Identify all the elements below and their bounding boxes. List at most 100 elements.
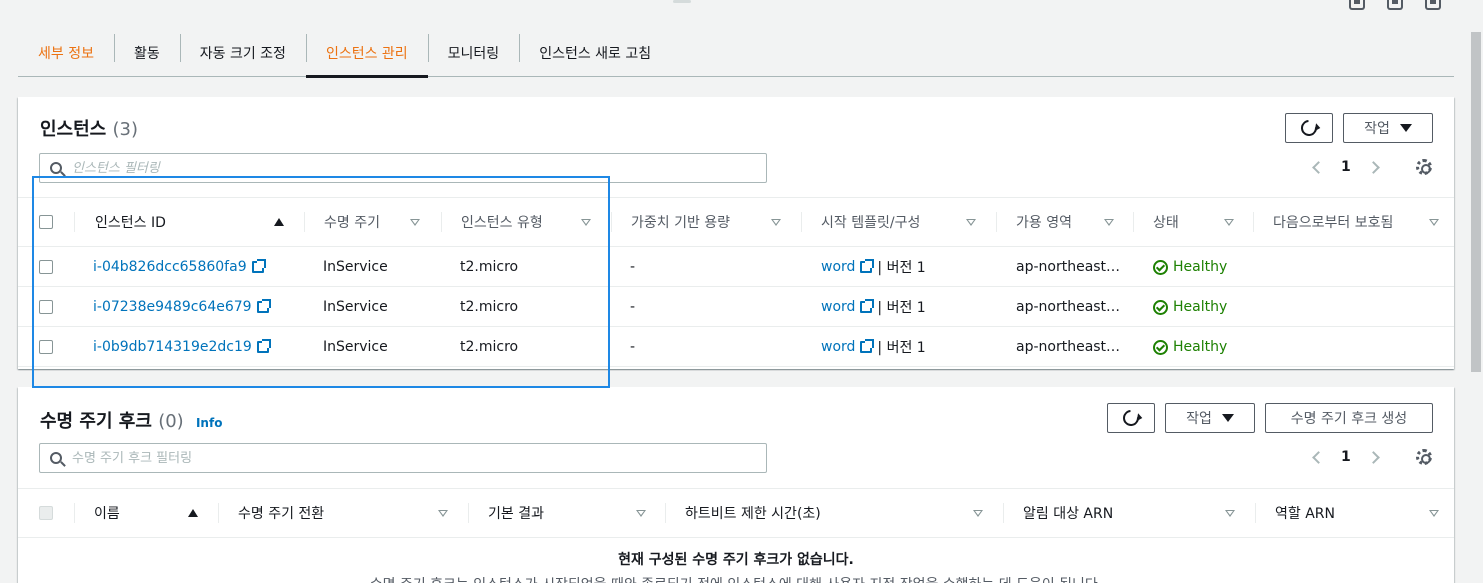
layout-bottom-icon[interactable] <box>1349 0 1365 10</box>
table-row[interactable]: i-07238e9489c64e679 InService t2.micro -… <box>18 287 1454 327</box>
sort-icon[interactable] <box>771 219 781 226</box>
info-link[interactable]: Info <box>196 416 222 430</box>
col-availability-zone-label: 가용 영역 <box>1016 215 1072 231</box>
instances-pagination: 1 <box>1312 159 1432 175</box>
template-link[interactable]: word <box>821 339 855 355</box>
instances-filter-input[interactable] <box>72 160 752 176</box>
hooks-filter-input[interactable] <box>72 450 752 466</box>
tab-activity[interactable]: 활동 <box>113 30 180 77</box>
col-separator <box>74 503 75 523</box>
template-link[interactable]: word <box>821 299 855 315</box>
col-weighted-capacity-label: 가중치 기반 용량 <box>631 215 731 231</box>
col-heartbeat-timeout[interactable]: 하트비트 제한 시간(초) <box>665 489 1003 537</box>
tab-instance-refresh[interactable]: 인스턴스 새로 고침 <box>519 30 671 77</box>
instances-table-header: 인스턴스 ID 수명 주기 인스턴스 유형 가중치 기반 용량 시작 템플릿/구 <box>18 197 1454 247</box>
sort-icon[interactable] <box>410 219 420 226</box>
instance-id-text[interactable]: i-07238e9489c64e679 <box>93 299 252 315</box>
col-instance-type[interactable]: 인스턴스 유형 <box>441 198 611 246</box>
col-availability-zone[interactable]: 가용 영역 <box>996 198 1133 246</box>
sort-icon[interactable] <box>1224 219 1234 226</box>
next-page-icon[interactable] <box>1366 160 1380 174</box>
next-page-icon[interactable] <box>1366 450 1380 464</box>
sort-icon[interactable] <box>636 510 646 517</box>
external-link-icon[interactable] <box>251 259 266 273</box>
layout-side-icon[interactable] <box>1387 0 1403 10</box>
prev-page-icon[interactable] <box>1312 160 1325 174</box>
col-instance-id[interactable]: 인스턴스 ID <box>74 198 304 246</box>
template-version: | 버전 1 <box>877 340 926 356</box>
az-cell: ap-northeast… <box>1016 339 1121 355</box>
col-default-result[interactable]: 기본 결과 <box>468 489 665 537</box>
row-checkbox[interactable] <box>39 300 53 314</box>
actions-button[interactable]: 작업 <box>1343 113 1433 143</box>
col-separator <box>218 503 219 523</box>
sort-asc-icon[interactable] <box>274 218 284 226</box>
drag-handle[interactable] <box>673 0 691 3</box>
checkbox[interactable] <box>39 215 53 229</box>
col-launch-template[interactable]: 시작 템플릿/구성 <box>801 198 996 246</box>
select-all-checkbox[interactable] <box>39 198 53 246</box>
settings-gear-icon[interactable] <box>1415 159 1432 175</box>
lifecycle-cell: InService <box>323 339 388 355</box>
col-separator <box>1255 503 1256 523</box>
current-page[interactable]: 1 <box>1341 159 1351 175</box>
external-link-icon[interactable] <box>860 259 875 273</box>
status-text: Healthy <box>1173 259 1228 275</box>
status-cell: Healthy <box>1153 327 1227 367</box>
instance-id-link[interactable]: i-07238e9489c64e679 <box>93 287 271 327</box>
instance-id-link[interactable]: i-04b826dcc65860fa9 <box>93 247 266 287</box>
col-separator <box>611 212 612 232</box>
col-separator <box>1253 212 1254 232</box>
sort-icon[interactable] <box>438 510 448 517</box>
refresh-icon <box>1297 116 1321 140</box>
row-checkbox[interactable] <box>39 340 53 354</box>
col-lifecycle-transition[interactable]: 수명 주기 전환 <box>218 489 468 537</box>
hooks-actions-button[interactable]: 작업 <box>1165 403 1255 433</box>
sort-asc-icon[interactable] <box>188 509 198 517</box>
table-row[interactable]: i-0b9db714319e2dc19 InService t2.micro -… <box>18 327 1454 367</box>
sort-icon[interactable] <box>1104 219 1114 226</box>
external-link-icon[interactable] <box>256 299 271 313</box>
col-status[interactable]: 상태 <box>1133 198 1253 246</box>
external-link-icon[interactable] <box>860 299 875 313</box>
sort-icon[interactable] <box>1429 219 1439 226</box>
external-link-icon[interactable] <box>860 339 875 353</box>
instances-filter[interactable] <box>39 153 767 183</box>
table-row[interactable]: i-04b826dcc65860fa9 InService t2.micro -… <box>18 247 1454 287</box>
empty-state-description: 수명 주기 후크는 인스턴스가 시작되었을 때와 종료되기 전에 인스턴스에 대… <box>18 574 1454 583</box>
settings-gear-icon[interactable] <box>1415 449 1432 465</box>
page-scrollbar[interactable] <box>1455 0 1483 583</box>
hooks-refresh-button[interactable] <box>1107 403 1155 433</box>
instance-id-text[interactable]: i-0b9db714319e2dc19 <box>93 339 252 355</box>
row-checkbox[interactable] <box>39 260 53 274</box>
col-role-arn[interactable]: 역할 ARN <box>1255 489 1454 537</box>
tab-instance-management[interactable]: 인스턴스 관리 <box>305 30 428 78</box>
tab-auto-scaling[interactable]: 자동 크기 조정 <box>179 30 306 77</box>
sort-icon[interactable] <box>966 219 976 226</box>
col-protected-from-label: 다음으로부터 보호됨 <box>1273 215 1394 231</box>
scrollbar-thumb[interactable] <box>1471 32 1481 372</box>
tab-details[interactable]: 세부 정보 <box>18 30 114 77</box>
col-weighted-capacity[interactable]: 가중치 기반 용량 <box>611 198 801 246</box>
sort-icon[interactable] <box>1429 510 1439 517</box>
check-circle-icon <box>1153 259 1168 275</box>
col-protected-from[interactable]: 다음으로부터 보호됨 <box>1253 198 1454 246</box>
instance-id-link[interactable]: i-0b9db714319e2dc19 <box>93 327 271 367</box>
col-lifecycle[interactable]: 수명 주기 <box>304 198 441 246</box>
current-page[interactable]: 1 <box>1341 449 1351 465</box>
prev-page-icon[interactable] <box>1312 450 1325 464</box>
create-lifecycle-hook-button[interactable]: 수명 주기 후크 생성 <box>1265 403 1433 433</box>
refresh-button[interactable] <box>1285 113 1333 143</box>
sort-icon[interactable] <box>581 219 591 226</box>
layout-full-icon[interactable] <box>1425 0 1441 10</box>
instance-id-text[interactable]: i-04b826dcc65860fa9 <box>93 259 247 275</box>
tab-monitoring[interactable]: 모니터링 <box>427 30 520 77</box>
sort-icon[interactable] <box>1225 510 1235 517</box>
sort-icon[interactable] <box>973 510 983 517</box>
hooks-filter[interactable] <box>39 443 767 473</box>
col-notification-arn[interactable]: 알림 대상 ARN <box>1003 489 1255 537</box>
template-link[interactable]: word <box>821 259 855 275</box>
external-link-icon[interactable] <box>256 339 271 353</box>
col-default-result-label: 기본 결과 <box>488 506 544 522</box>
col-name[interactable]: 이름 <box>74 489 218 537</box>
